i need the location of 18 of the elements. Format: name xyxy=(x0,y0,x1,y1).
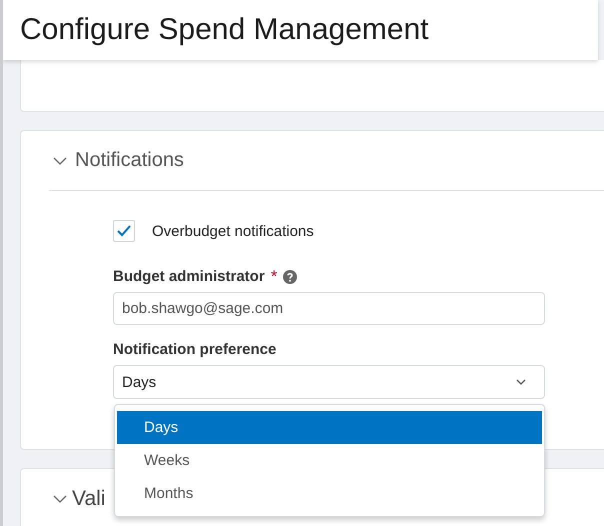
caret-icon xyxy=(516,378,526,386)
page-title: Configure Spend Management xyxy=(20,13,429,47)
section-title[interactable]: Vali xyxy=(72,486,106,510)
help-icon[interactable] xyxy=(283,270,298,284)
field-label: Budget administrator xyxy=(113,268,265,285)
dropdown-option[interactable]: Days xyxy=(117,411,542,444)
section-title[interactable]: Notifications xyxy=(75,149,184,172)
input-field[interactable]: bob.shawgo@sage.com xyxy=(113,292,545,325)
required-asterisk: * xyxy=(270,268,278,285)
checkmark-icon xyxy=(116,224,132,238)
dropdown-option[interactable]: Weeks xyxy=(117,444,542,477)
chevron-down-icon[interactable] xyxy=(53,494,67,504)
dropdown-option[interactable]: Months xyxy=(117,477,542,510)
chevron-down-icon[interactable] xyxy=(53,156,67,166)
checkbox-label: Overbudget notifications xyxy=(152,222,314,240)
dropdown-field[interactable]: Days xyxy=(113,365,545,399)
field-label: Notification preference xyxy=(113,341,276,358)
checkbox[interactable] xyxy=(113,220,135,242)
